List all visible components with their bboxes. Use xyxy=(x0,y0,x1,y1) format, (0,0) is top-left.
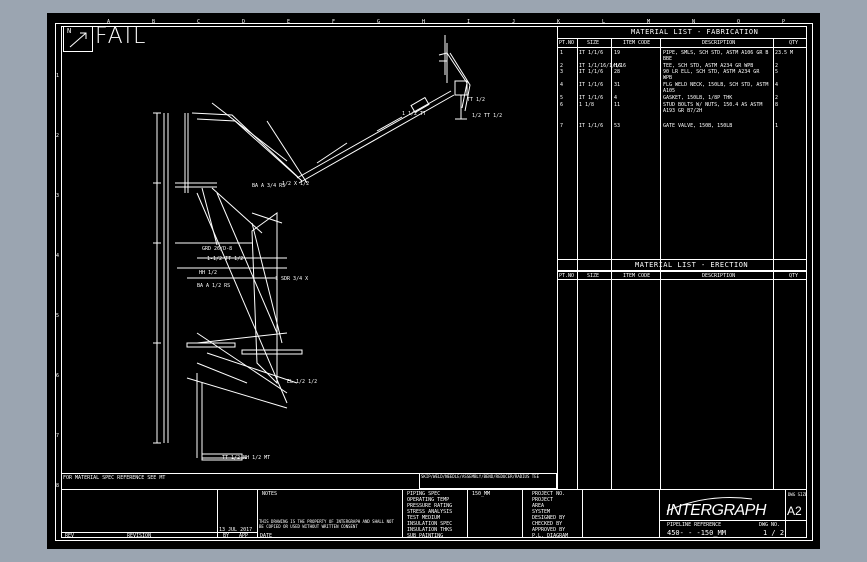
row-ptno: 6 xyxy=(560,102,564,108)
material-erection-title: MATERIAL LIST - ERECTION xyxy=(635,261,749,269)
annotation: BA A 3/4 RS xyxy=(252,183,286,189)
annotation: BA A 1/2 RS xyxy=(197,283,231,289)
erec-col-description: DESCRIPTION xyxy=(702,273,736,279)
revision-col-date: DATE xyxy=(260,533,273,539)
row-size: IT 1/1/6 xyxy=(579,95,604,101)
annotation: 1 1/2 TT xyxy=(402,111,427,117)
fab-col-divider xyxy=(577,38,578,271)
row-size: IT 1/1/6 xyxy=(579,82,604,88)
row-size: IT 1/1/6 xyxy=(579,50,604,56)
row-ptno: 3 xyxy=(560,69,564,75)
erec-col-ptno: PT.NO xyxy=(559,273,575,279)
row-ptno: 4 xyxy=(560,82,564,88)
revision-col-by: BY xyxy=(223,533,230,539)
dwg-no-label: DWG NO. xyxy=(759,522,781,528)
row-qty: 4 xyxy=(775,82,779,88)
erec-col-qty: QTY xyxy=(789,273,799,279)
fab-header-divider xyxy=(557,47,807,48)
intergraph-logo: INTERGRAPH xyxy=(666,502,766,519)
row-qty: 5 xyxy=(775,69,779,75)
annotation: EL 1/2 1/2 xyxy=(287,379,318,385)
row-desc: GATE VALVE, 150B, 150LB xyxy=(663,123,733,129)
row-size: 1 1/8 xyxy=(579,102,595,108)
row-code: 28 xyxy=(614,69,621,75)
fab-col-divider xyxy=(660,38,661,271)
field-label: P.L. DIAGRAM xyxy=(532,533,569,539)
title-divider xyxy=(402,489,403,538)
dwg-size-label: DWG SIZE xyxy=(788,492,808,497)
dwg-size-value: A2 xyxy=(787,504,802,518)
fab-col-size: SIZE xyxy=(587,40,600,46)
material-fabrication-title: MATERIAL LIST - FABRICATION xyxy=(631,28,759,36)
fab-col-itemcode: ITEM CODE xyxy=(623,40,651,46)
drawing-sheet: A B C D E F G H I J K L M N O P 1 2 3 4 … xyxy=(47,13,820,549)
revision-col-app: APP xyxy=(239,533,249,539)
field-label: SUB PAINTING xyxy=(407,533,444,539)
title-divider xyxy=(257,489,258,538)
annotation: 1/2 TT 1/2 xyxy=(472,113,503,119)
annotation: HH 1/2 xyxy=(199,270,218,276)
title-block-top xyxy=(61,489,807,490)
title-divider xyxy=(467,489,468,538)
piping-spec-value: 150_MM xyxy=(472,491,491,497)
row-ptno: 1 xyxy=(560,50,564,56)
annotation: 1/2 X 1/2 xyxy=(282,181,310,187)
erec-col-divider xyxy=(660,271,661,490)
sheet-number: 1 / 2 xyxy=(763,529,785,537)
row-code: 31 xyxy=(614,82,621,88)
dwg-line xyxy=(659,520,807,521)
row-code: 4 xyxy=(614,95,618,101)
fab-col-ptno: PT.NO xyxy=(559,40,575,46)
annotation: TT 1/2 NH 1/2 MT xyxy=(222,455,271,461)
row-code: 19 xyxy=(614,50,621,56)
pipeline-ref-value: 450- - -150_MM xyxy=(667,529,727,537)
row-code: 11 xyxy=(614,102,621,108)
row-qty: 8 xyxy=(775,102,779,108)
annotation: 1 SDR 3/4 X xyxy=(275,276,309,282)
fab-col-divider xyxy=(773,38,774,271)
row-qty: 23.5 M xyxy=(775,50,794,56)
title-divider xyxy=(522,489,523,538)
erec-title-divider xyxy=(557,271,807,272)
row-size: IT 1/1/6 xyxy=(579,123,604,129)
erec-col-size: SIZE xyxy=(587,273,600,279)
disclaimer: THIS DRAWING IS THE PROPERTY OF INTERGRA… xyxy=(259,519,394,529)
row-desc: FLG WELD NECK, 150LB, SCH STD, ASTM A105 xyxy=(663,82,769,94)
erec-col-itemcode: ITEM CODE xyxy=(623,273,651,279)
row-desc: 90 LR ELL, SCH STD, ASTM A234 GR WPB xyxy=(663,69,760,81)
revision-col-rev: REV xyxy=(65,533,75,539)
erec-col-divider xyxy=(611,271,612,490)
row-size: IT 1/1/6 xyxy=(579,69,604,75)
title-divider xyxy=(582,489,583,538)
material-erection-table xyxy=(557,259,807,490)
notes-label: NOTES xyxy=(262,491,278,497)
revision-date: 13 JUL 2017 xyxy=(219,527,253,533)
title-divider xyxy=(659,489,660,538)
pipe-spec-note: FOR MATERIAL SPEC REFERENCE SEE MT xyxy=(63,475,166,481)
row-desc: STUD BOLTS W/ NUTS, 150.4 AS ASTM A193 G… xyxy=(663,102,763,114)
erec-header-divider xyxy=(557,279,807,280)
row-ptno: 5 xyxy=(560,95,564,101)
pipeline-ref-label: PIPELINE REFERENCE xyxy=(667,522,722,528)
fab-title-divider xyxy=(557,38,807,39)
row-ptno: 7 xyxy=(560,123,564,129)
annotation: 1-1/2 TT 1/2 xyxy=(207,256,244,262)
erec-col-divider xyxy=(773,271,774,490)
revision-col-revision: REVISION xyxy=(127,533,152,539)
row-qty: 2 xyxy=(775,95,779,101)
fab-col-divider xyxy=(611,38,612,271)
row-code: 53 xyxy=(614,123,621,129)
annotation: TT 1/2 xyxy=(467,97,486,103)
fab-col-description: DESCRIPTION xyxy=(702,40,736,46)
row-qty: 1 xyxy=(775,123,779,129)
row-desc: PIPE, SMLS, SCH STD, ASTM A106 GR B BBE xyxy=(663,50,769,62)
annotation: GRD 26/D-8 xyxy=(202,246,233,252)
symbols-legend: SKIP/WELD/NEEDLE/ASSEMBLY/BEND/REDUCER/R… xyxy=(421,474,540,479)
fab-col-qty: QTY xyxy=(789,40,799,46)
title-divider xyxy=(217,489,218,538)
title-divider xyxy=(785,489,786,538)
erec-col-divider xyxy=(577,271,578,490)
row-desc: GASKET, 150LB, 1/8P THK xyxy=(663,95,733,101)
